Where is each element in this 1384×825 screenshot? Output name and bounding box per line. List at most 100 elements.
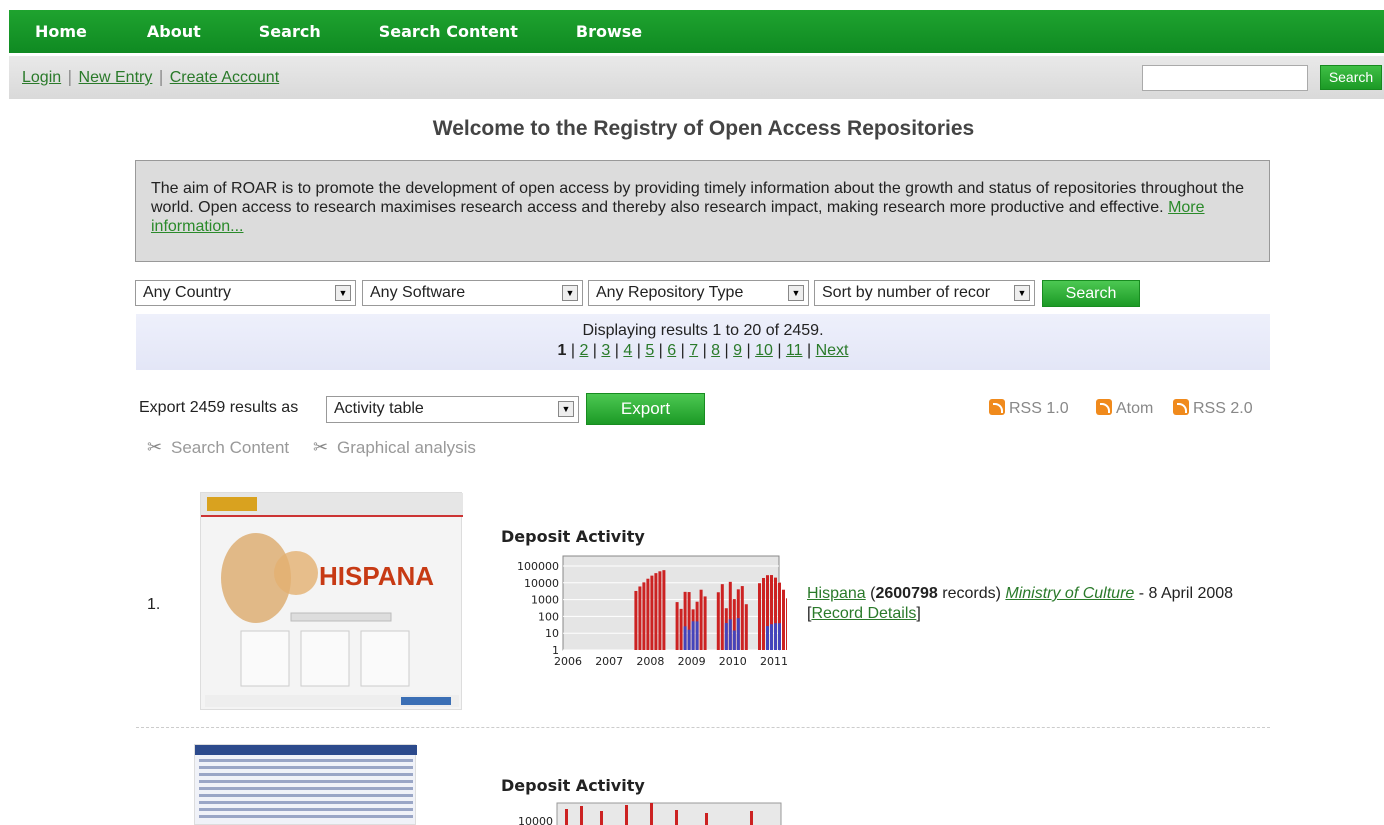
activity-bar <box>720 584 724 650</box>
thumb-logo-text: HISPANA <box>319 561 434 591</box>
x-tick-label: 2011 <box>760 655 787 668</box>
activity-bar <box>732 630 736 650</box>
repository-type-select-value: Any Repository Type <box>596 284 744 301</box>
deposit-activity-chart-2: 10000 <box>518 802 782 825</box>
activity-bar <box>778 623 781 650</box>
sub-nav: Login | New Entry | Create Account Search <box>9 56 1384 99</box>
country-select-value: Any Country <box>143 284 232 301</box>
activity-bar <box>774 623 777 650</box>
activity-bar <box>642 582 646 650</box>
rss2-link[interactable]: RSS 2.0 <box>1173 399 1253 418</box>
chevron-down-icon: ▼ <box>335 285 351 301</box>
search-content-tool[interactable]: ✂ Search Content <box>147 437 289 458</box>
page-link[interactable]: 4 <box>623 342 632 359</box>
y-tick-label: 10000 <box>518 815 553 825</box>
search-content-label: Search Content <box>171 438 290 457</box>
repository-name-link[interactable]: Hispana <box>807 585 866 602</box>
page-link[interactable]: 2 <box>579 342 588 359</box>
activity-bar <box>699 589 703 650</box>
software-select-value: Any Software <box>370 284 466 301</box>
rss-icon <box>989 399 1005 415</box>
activity-bar <box>687 629 691 650</box>
record-count: 2600798 <box>875 585 938 602</box>
software-select[interactable]: Any Software ▼ <box>362 280 583 306</box>
quick-search-input[interactable] <box>1142 65 1308 91</box>
x-tick-label: 2006 <box>554 655 582 668</box>
repository-screenshot[interactable] <box>194 744 417 825</box>
activity-bar <box>650 575 654 650</box>
repository-screenshot-image <box>195 745 417 818</box>
repository-screenshot[interactable]: HISPANA <box>200 492 463 710</box>
rss2-label: RSS 2.0 <box>1193 400 1253 417</box>
activity-bar <box>762 577 765 650</box>
activity-bar <box>786 598 787 650</box>
export-format-select[interactable]: Activity table ▼ <box>326 396 579 423</box>
intro-box: The aim of ROAR is to promote the develo… <box>135 160 1270 262</box>
nav-search[interactable]: Search <box>259 22 321 41</box>
result-summary: Hispana (2600798 records) Ministry of Cu… <box>807 585 1234 622</box>
nav-browse[interactable]: Browse <box>576 22 642 41</box>
deposit-activity-chart: 1101001000100001000002006 2007 2008 2009 201… <box>517 555 787 668</box>
page-links: 1 | 2 | 3 | 4 | 5 | 6 | 7 | 8 | 9 | 10 |… <box>557 342 849 359</box>
activity-bar <box>724 623 728 650</box>
activity-bar <box>695 621 699 650</box>
page-title: Welcome to the Registry of Open Access R… <box>432 117 975 140</box>
export-button[interactable]: Export <box>586 393 705 425</box>
nav-home[interactable]: Home <box>35 22 87 41</box>
rss-icon <box>1173 399 1189 415</box>
repository-screenshot-image: HISPANA <box>201 493 463 707</box>
country-select[interactable]: Any Country ▼ <box>135 280 356 306</box>
rss1-link[interactable]: RSS 1.0 <box>989 399 1069 418</box>
graphical-analysis-tool[interactable]: ✂ Graphical analysis <box>313 437 476 458</box>
nav-about[interactable]: About <box>147 22 201 41</box>
page-link[interactable]: 3 <box>601 342 610 359</box>
deposit-activity-title: Deposit Activity <box>501 527 645 546</box>
page-link[interactable]: 10 <box>755 342 773 359</box>
y-tick-label: 100000 <box>517 560 559 573</box>
current-page: 1 <box>557 342 567 359</box>
new-entry-link[interactable]: New Entry <box>79 69 153 86</box>
chevron-down-icon: ▼ <box>558 401 574 417</box>
chevron-down-icon: ▼ <box>788 285 804 301</box>
repository-type-select[interactable]: Any Repository Type ▼ <box>588 280 809 306</box>
activity-bar <box>683 626 687 650</box>
y-tick-label: 100 <box>538 610 559 623</box>
activity-bar <box>740 586 744 650</box>
next-page-link[interactable]: Next <box>816 342 849 359</box>
quick-search-button[interactable]: Search <box>1320 65 1382 90</box>
y-tick-label: 10000 <box>524 577 559 590</box>
page-link[interactable]: 5 <box>645 342 654 359</box>
export-format-value: Activity table <box>334 400 424 417</box>
page-link[interactable]: 7 <box>689 342 698 359</box>
activity-bar <box>675 602 679 650</box>
activity-bar <box>782 589 785 650</box>
record-details-link[interactable]: Record Details <box>811 605 916 622</box>
x-tick-label: 2008 <box>636 655 664 668</box>
activity-bar <box>758 583 761 650</box>
activity-bar <box>766 626 769 650</box>
organisation-link[interactable]: Ministry of Culture <box>1005 585 1134 602</box>
deposit-activity-title: Deposit Activity <box>501 776 645 795</box>
page-link[interactable]: 6 <box>667 342 676 359</box>
page-link[interactable]: 11 <box>786 342 803 359</box>
page-link[interactable]: 8 <box>711 342 720 359</box>
nav-search-content[interactable]: Search Content <box>379 22 518 41</box>
result-date: - 8 April 2008 <box>1138 585 1234 602</box>
rss-icon <box>1096 399 1112 415</box>
activity-bar <box>736 618 740 650</box>
intro-text: The aim of ROAR is to promote the develo… <box>151 180 1245 216</box>
graphical-analysis-label: Graphical analysis <box>337 438 476 457</box>
sort-select[interactable]: Sort by number of recor ▼ <box>814 280 1035 306</box>
page-link[interactable]: 9 <box>733 342 742 359</box>
login-link[interactable]: Login <box>22 69 61 86</box>
atom-link[interactable]: Atom <box>1096 399 1153 418</box>
chevron-down-icon: ▼ <box>562 285 578 301</box>
tools-icon: ✂ <box>147 437 163 457</box>
activity-bar <box>654 573 658 650</box>
atom-label: Atom <box>1116 400 1154 417</box>
create-account-link[interactable]: Create Account <box>170 69 279 86</box>
activity-bar <box>638 586 642 650</box>
y-tick-label: 1000 <box>531 594 559 607</box>
export-label: Export 2459 results as <box>139 399 299 416</box>
filter-search-button[interactable]: Search <box>1042 280 1140 307</box>
